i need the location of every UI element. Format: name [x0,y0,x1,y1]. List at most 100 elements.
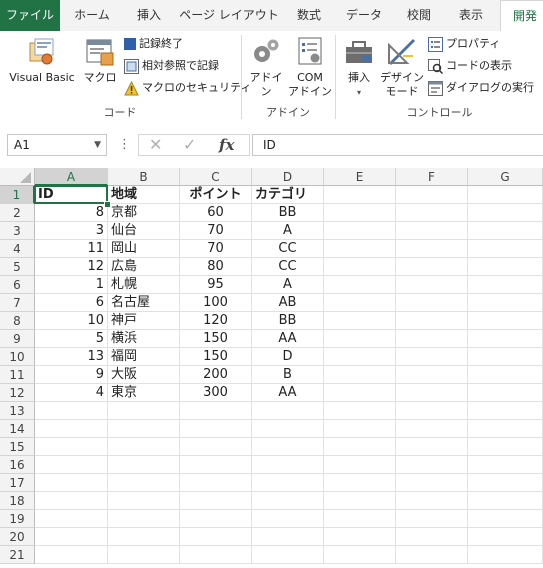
cell-d18[interactable] [252,492,324,510]
properties-button[interactable]: プロパティ [428,34,500,54]
design-mode-button[interactable]: デザイン モード [380,35,424,99]
cell-g9[interactable] [468,330,543,348]
row-header-19[interactable]: 19 [0,510,35,528]
cell-f2[interactable] [396,204,468,222]
tab-review[interactable]: 校閲 [394,0,444,31]
name-box[interactable]: A1 ▼ [7,134,107,156]
cell-c15[interactable] [180,438,252,456]
cell-a20[interactable] [35,528,108,546]
column-header-f[interactable]: F [396,168,468,186]
cell-f16[interactable] [396,456,468,474]
cell-g17[interactable] [468,474,543,492]
macro-button[interactable]: マクロ [82,35,118,85]
cell-f12[interactable] [396,384,468,402]
stop-recording-button[interactable]: 記録終了 [124,34,183,54]
row-header-6[interactable]: 6 [0,276,35,294]
cell-d3[interactable]: A [252,222,324,240]
row-header-3[interactable]: 3 [0,222,35,240]
cell-g5[interactable] [468,258,543,276]
cell-c18[interactable] [180,492,252,510]
cell-f15[interactable] [396,438,468,456]
insert-function-icon[interactable]: fx [219,135,234,155]
cell-a6[interactable]: 1 [35,276,108,294]
relative-reference-button[interactable]: 相対参照で記録 [124,56,219,76]
cell-f8[interactable] [396,312,468,330]
tab-developer[interactable]: 開発 [500,0,543,33]
cell-b12[interactable]: 東京 [108,384,180,402]
row-header-8[interactable]: 8 [0,312,35,330]
cell-b15[interactable] [108,438,180,456]
cell-d5[interactable]: CC [252,258,324,276]
cell-d11[interactable]: B [252,366,324,384]
cell-f7[interactable] [396,294,468,312]
cell-d12[interactable]: AA [252,384,324,402]
column-header-a[interactable]: A [35,168,108,186]
cell-g10[interactable] [468,348,543,366]
cell-d16[interactable] [252,456,324,474]
cell-c12[interactable]: 300 [180,384,252,402]
cell-f19[interactable] [396,510,468,528]
row-header-1[interactable]: 1 [0,186,35,204]
cell-d14[interactable] [252,420,324,438]
cell-c7[interactable]: 100 [180,294,252,312]
cell-g11[interactable] [468,366,543,384]
cell-a4[interactable]: 11 [35,240,108,258]
cell-c5[interactable]: 80 [180,258,252,276]
cell-f6[interactable] [396,276,468,294]
cell-g13[interactable] [468,402,543,420]
cell-a7[interactable]: 6 [35,294,108,312]
column-header-c[interactable]: C [180,168,252,186]
cell-f21[interactable] [396,546,468,564]
cell-a19[interactable] [35,510,108,528]
cell-c1[interactable]: ポイント [180,186,252,204]
cell-f18[interactable] [396,492,468,510]
com-addin-button[interactable]: COM アドイン [288,35,332,99]
cell-f10[interactable] [396,348,468,366]
cell-b8[interactable]: 神戸 [108,312,180,330]
tab-formulas[interactable]: 数式 [284,0,334,31]
cell-e14[interactable] [324,420,396,438]
cell-a18[interactable] [35,492,108,510]
cell-d19[interactable] [252,510,324,528]
cell-b3[interactable]: 仙台 [108,222,180,240]
cell-a11[interactable]: 9 [35,366,108,384]
cell-a13[interactable] [35,402,108,420]
cell-a3[interactable]: 3 [35,222,108,240]
row-header-7[interactable]: 7 [0,294,35,312]
tab-file[interactable]: ファイル [0,0,60,31]
cell-g2[interactable] [468,204,543,222]
cell-g18[interactable] [468,492,543,510]
cell-d17[interactable] [252,474,324,492]
cell-e12[interactable] [324,384,396,402]
cell-e13[interactable] [324,402,396,420]
cell-e20[interactable] [324,528,396,546]
cell-f3[interactable] [396,222,468,240]
visual-basic-button[interactable]: Visual Basic [4,35,80,85]
cell-a21[interactable] [35,546,108,564]
row-header-11[interactable]: 11 [0,366,35,384]
cell-a2[interactable]: 8 [35,204,108,222]
cell-c14[interactable] [180,420,252,438]
cell-c2[interactable]: 60 [180,204,252,222]
tab-insert[interactable]: 挿入 [124,0,174,31]
cell-c21[interactable] [180,546,252,564]
cell-a9[interactable]: 5 [35,330,108,348]
cell-e8[interactable] [324,312,396,330]
cell-d20[interactable] [252,528,324,546]
run-dialog-button[interactable]: ダイアログの実行 [428,78,534,98]
cell-g21[interactable] [468,546,543,564]
cell-e2[interactable] [324,204,396,222]
cell-g12[interactable] [468,384,543,402]
cell-e7[interactable] [324,294,396,312]
cell-f1[interactable] [396,186,468,204]
column-header-b[interactable]: B [108,168,180,186]
row-header-4[interactable]: 4 [0,240,35,258]
cell-e15[interactable] [324,438,396,456]
cell-e19[interactable] [324,510,396,528]
cell-a17[interactable] [35,474,108,492]
cell-a12[interactable]: 4 [35,384,108,402]
insert-control-button[interactable]: 挿入 ▾ [340,35,378,100]
cell-b5[interactable]: 広島 [108,258,180,276]
cell-c16[interactable] [180,456,252,474]
cell-d4[interactable]: CC [252,240,324,258]
